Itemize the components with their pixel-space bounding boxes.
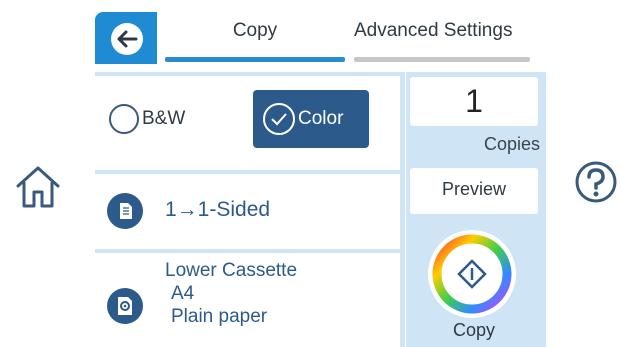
copies-label: Copies — [483, 134, 540, 154]
paper-info: Lower Cassette A4 Plain paper — [165, 259, 297, 328]
preview-button[interactable]: Preview — [410, 168, 538, 214]
checkmark-icon — [263, 103, 295, 135]
paper-type: Plain paper — [171, 306, 268, 327]
color-mode-row: B&W Color — [95, 76, 400, 170]
copy-start-label: Copy — [452, 320, 496, 340]
home-icon[interactable] — [10, 158, 66, 214]
bw-label: B&W — [142, 108, 186, 129]
copy-start-button[interactable] — [426, 228, 518, 320]
paper-settings-icon — [107, 288, 143, 324]
tab-copy-label: Copy — [232, 20, 278, 41]
tab-advanced-settings-label: Advanced Settings — [354, 20, 513, 41]
bw-option[interactable]: B&W — [109, 104, 185, 134]
sides-setting-row[interactable]: 1→1-Sided — [95, 174, 400, 249]
copies-input[interactable]: 1 — [410, 77, 538, 126]
help-icon[interactable] — [572, 158, 620, 206]
paper-setting-row[interactable]: Lower Cassette A4 Plain paper — [95, 253, 400, 347]
tab-advanced-settings[interactable]: Advanced Settings — [354, 20, 530, 62]
tab-copy-indicator — [165, 57, 345, 62]
color-label: Color — [298, 108, 344, 129]
bw-radio-icon — [109, 104, 139, 134]
sides-label: 1→1-Sided — [165, 198, 271, 221]
color-option[interactable]: Color — [253, 90, 369, 148]
back-button[interactable] — [95, 12, 157, 64]
tab-advanced-settings-indicator — [354, 57, 530, 62]
paper-size: A4 — [171, 283, 195, 304]
tab-copy[interactable]: Copy — [165, 20, 345, 62]
document-icon — [107, 193, 143, 229]
paper-source: Lower Cassette — [165, 260, 298, 281]
back-arrow-icon — [111, 23, 143, 55]
